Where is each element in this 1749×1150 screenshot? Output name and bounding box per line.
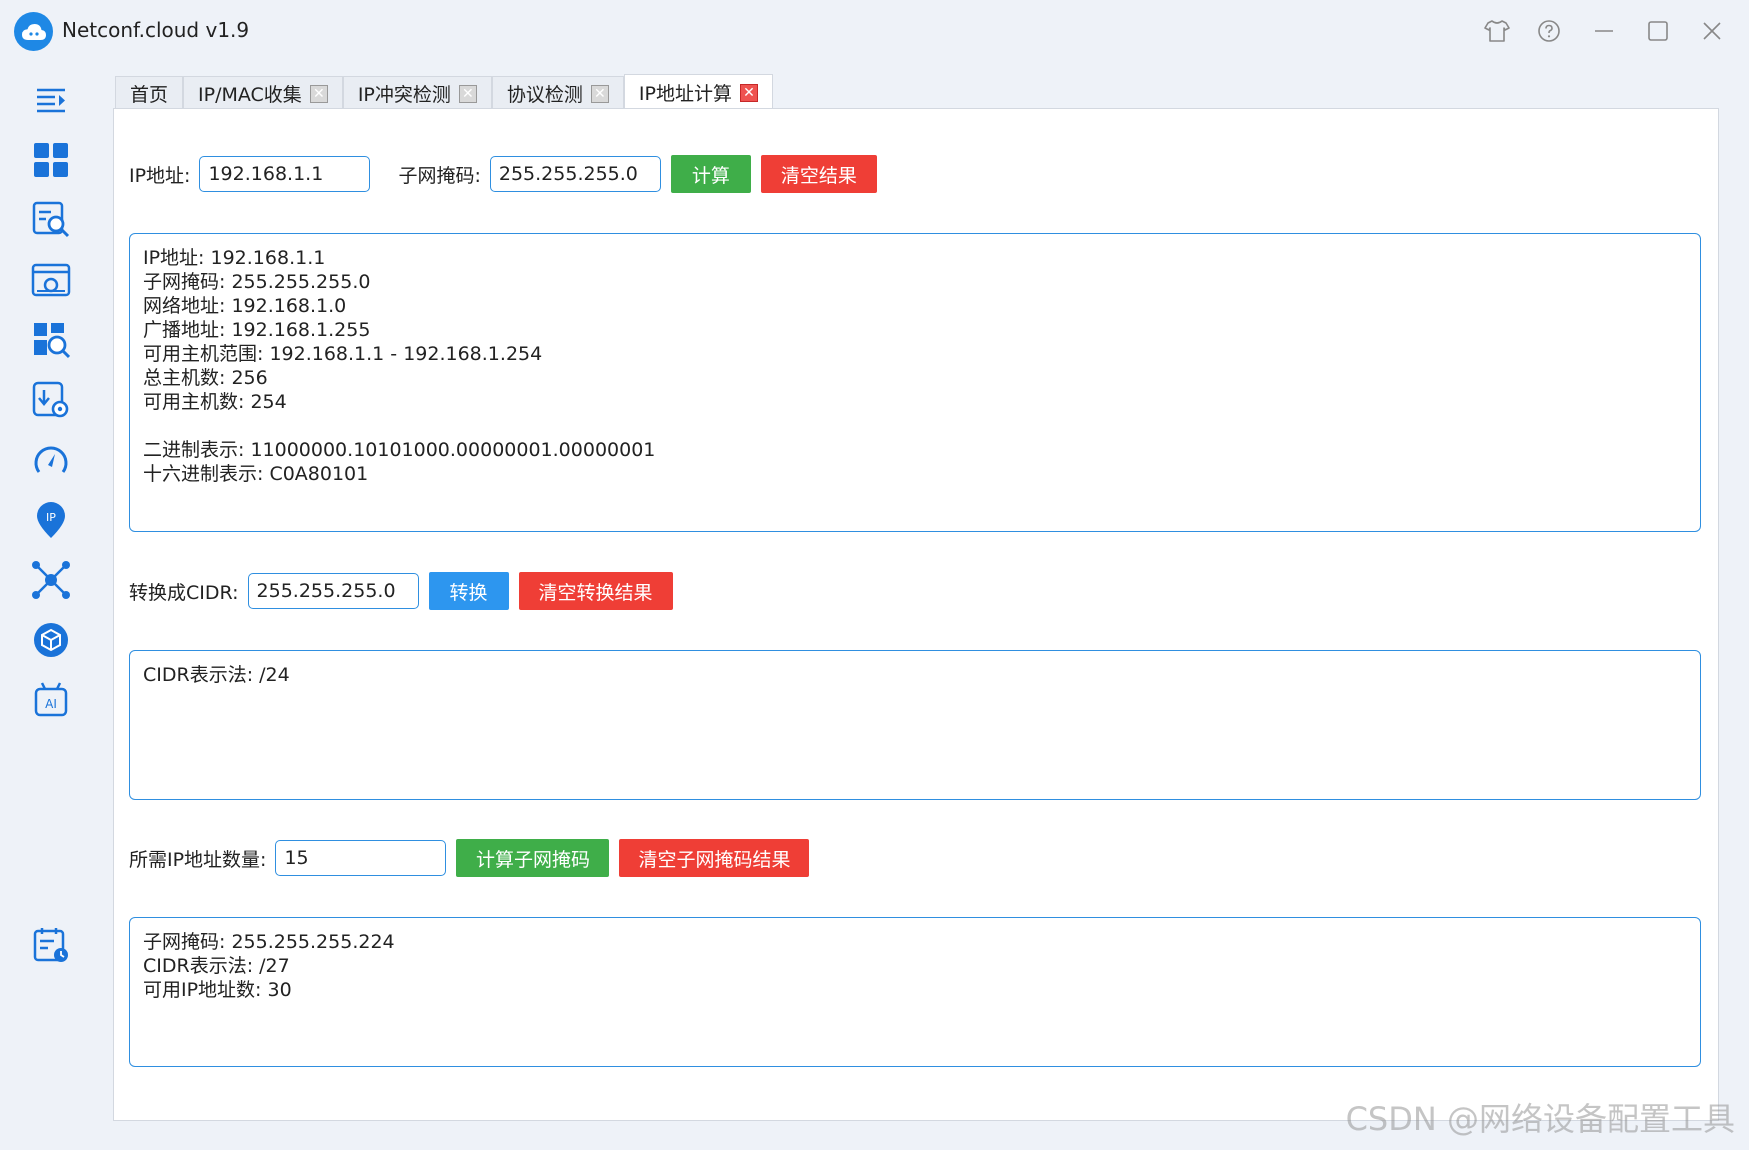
- clear-result-button[interactable]: 清空结果: [760, 155, 877, 193]
- ip-count-label: 所需IP地址数量:: [129, 848, 267, 871]
- tab-label: IP/MAC收集: [198, 84, 302, 106]
- svg-text:IP: IP: [46, 511, 56, 524]
- tab-label: IP冲突检测: [357, 84, 451, 106]
- calendar-clock-icon[interactable]: [30, 924, 72, 966]
- result-line: 二进制表示: 11000000.10101000.00000001.000000…: [143, 439, 656, 461]
- tab-close-icon[interactable]: ✕: [739, 83, 758, 102]
- cube-icon[interactable]: [30, 619, 72, 661]
- tab-ip-conflict[interactable]: IP冲突检测 ✕: [342, 76, 492, 110]
- tab-close-icon[interactable]: ✕: [458, 84, 477, 103]
- tab-ip-mac-collect[interactable]: IP/MAC收集 ✕: [183, 76, 343, 110]
- result-line: 十六进制表示: C0A80101: [143, 463, 369, 485]
- tab-close-icon[interactable]: ✕: [309, 84, 328, 103]
- subnet-result-box: 子网掩码: 255.255.255.224 CIDR表示法: /27 可用IP地…: [129, 917, 1701, 1067]
- clear-convert-button[interactable]: 清空转换结果: [518, 572, 673, 610]
- tab-label: 首页: [130, 84, 169, 106]
- search-document-icon[interactable]: [30, 199, 72, 241]
- tab-label: 协议检测: [506, 84, 583, 106]
- app-title: Netconf.cloud v1.9: [62, 18, 250, 42]
- ip-location-icon[interactable]: IP: [30, 499, 72, 541]
- tab-protocol-check[interactable]: 协议检测 ✕: [491, 76, 624, 110]
- tab-bar: 首页 IP/MAC收集 ✕ IP冲突检测 ✕ 协议检测 ✕ IP地址计算 ✕: [115, 74, 773, 110]
- menu-toggle-icon[interactable]: [30, 79, 72, 121]
- svg-text:AI: AI: [45, 697, 57, 711]
- cidr-result-box: CIDR表示法: /24: [129, 650, 1701, 800]
- title-bar: Netconf.cloud v1.9: [0, 0, 1749, 62]
- result-line: 子网掩码: 255.255.255.0: [143, 271, 371, 293]
- result-line: CIDR表示法: /24: [143, 664, 290, 686]
- ip-input[interactable]: [199, 156, 371, 192]
- result-line: 广播地址: 192.168.1.255: [143, 319, 371, 341]
- config-window-icon[interactable]: [30, 259, 72, 301]
- calculate-button[interactable]: 计算: [670, 155, 751, 193]
- tab-ip-calculator[interactable]: IP地址计算 ✕: [623, 74, 773, 110]
- shirt-icon[interactable]: [1480, 14, 1514, 48]
- close-icon[interactable]: [1695, 14, 1729, 48]
- ip-calculator-panel: IP地址: 子网掩码: 计算 清空结果 IP地址: 192.168.1.1 子网…: [113, 108, 1719, 1121]
- cidr-row: 转换成CIDR: 转换 清空转换结果: [129, 572, 673, 610]
- result-line: 可用主机范围: 192.168.1.1 - 192.168.1.254: [143, 343, 543, 365]
- result-line: 可用主机数: 254: [143, 391, 287, 413]
- ip-label: IP地址:: [129, 164, 191, 187]
- ai-robot-icon[interactable]: AI: [30, 679, 72, 721]
- subnet-row: 所需IP地址数量: 计算子网掩码 清空子网掩码结果: [129, 839, 810, 877]
- tab-label: IP地址计算: [638, 83, 732, 105]
- help-icon[interactable]: [1532, 14, 1566, 48]
- sidebar: IP AI: [0, 62, 104, 1150]
- result-line: 子网掩码: 255.255.255.224: [143, 931, 395, 953]
- search-grid-icon[interactable]: [30, 319, 72, 361]
- ip-count-input[interactable]: [275, 840, 447, 876]
- result-line: 网络地址: 192.168.1.0: [143, 295, 347, 317]
- mask-label: 子网掩码:: [398, 164, 481, 187]
- maximize-icon[interactable]: [1641, 14, 1675, 48]
- dashboard-icon[interactable]: [30, 139, 72, 181]
- calc-subnet-mask-button[interactable]: 计算子网掩码: [456, 839, 610, 877]
- tab-close-icon[interactable]: ✕: [590, 84, 609, 103]
- cidr-input[interactable]: [247, 573, 419, 609]
- ip-mask-row: IP地址: 子网掩码: 计算 清空结果: [129, 155, 877, 193]
- download-settings-icon[interactable]: [30, 379, 72, 421]
- minimize-icon[interactable]: [1587, 14, 1621, 48]
- speed-gauge-icon[interactable]: [30, 439, 72, 481]
- result-line: 总主机数: 256: [143, 367, 268, 389]
- clear-subnet-result-button[interactable]: 清空子网掩码结果: [619, 839, 810, 877]
- result-line: [143, 414, 1687, 438]
- result-line: CIDR表示法: /27: [143, 955, 290, 977]
- watermark: CSDN @网络设备配置工具: [1345, 1100, 1735, 1138]
- tab-home[interactable]: 首页: [115, 76, 184, 110]
- calc-result-box: IP地址: 192.168.1.1 子网掩码: 255.255.255.0 网络…: [129, 233, 1701, 532]
- result-line: IP地址: 192.168.1.1: [143, 247, 326, 269]
- cloud-logo-icon: [14, 12, 53, 51]
- network-topology-icon[interactable]: [30, 559, 72, 601]
- result-line: 可用IP地址数: 30: [143, 979, 292, 1001]
- convert-button[interactable]: 转换: [428, 572, 509, 610]
- cidr-label: 转换成CIDR:: [129, 581, 239, 604]
- mask-input[interactable]: [489, 156, 661, 192]
